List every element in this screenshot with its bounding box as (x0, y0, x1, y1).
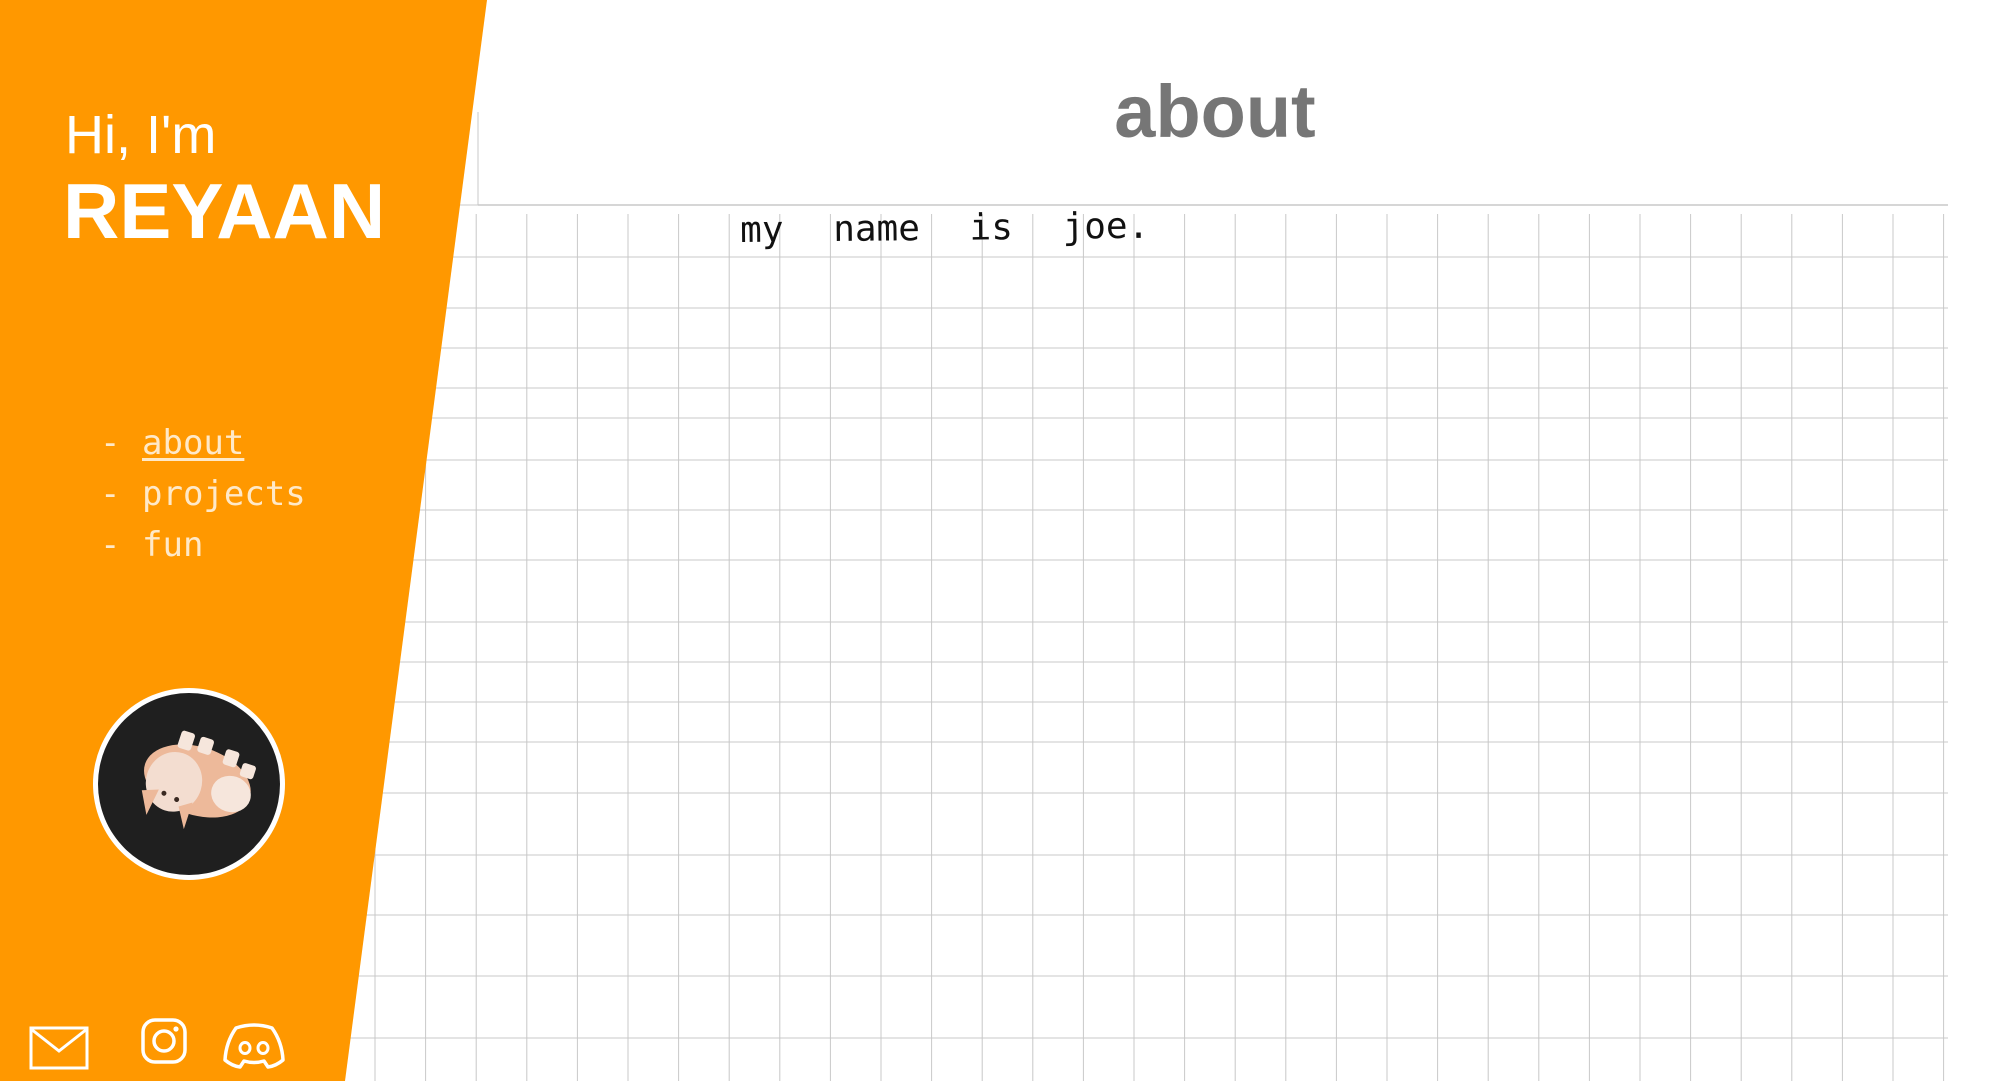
nav-link-fun[interactable]: fun (142, 525, 203, 565)
social-links (0, 1010, 330, 1080)
main-nav: - about - projects - fun (100, 418, 306, 571)
cartoon-pig-icon (98, 693, 280, 875)
nav-bullet: - (100, 423, 121, 463)
instagram-icon (141, 1018, 187, 1064)
mail-icon (29, 1026, 89, 1070)
nav-item-projects: - projects (100, 469, 306, 520)
avatar (93, 688, 285, 880)
nav-bullet: - (100, 474, 121, 514)
nav-bullet: - (100, 525, 121, 565)
nav-item-fun: - fun (100, 520, 306, 571)
mail-link[interactable] (29, 1026, 89, 1075)
instagram-link[interactable] (140, 1017, 188, 1070)
nav-link-projects[interactable]: projects (142, 474, 306, 514)
discord-link[interactable] (222, 1020, 286, 1075)
nav-item-about: - about (100, 418, 306, 469)
about-text: my name is joe. (739, 205, 1150, 251)
page-title: about (1114, 70, 1316, 153)
sidebar: Hi, I'm REYAAN - about - projects - fun (0, 0, 490, 1081)
discord-icon (223, 1023, 285, 1069)
nav-link-about[interactable]: about (142, 423, 244, 463)
greeting: Hi, I'm (65, 105, 217, 165)
site-owner-name: REYAAN (63, 167, 386, 255)
